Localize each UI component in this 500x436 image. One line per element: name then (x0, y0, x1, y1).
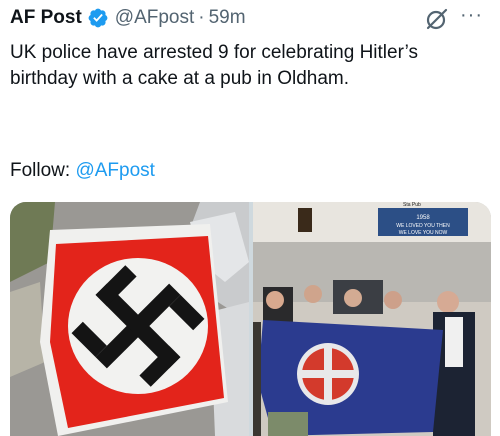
media-grid: 1958 WE LOVED YOU THEN WE LOVE YOU NOW S… (10, 202, 491, 436)
follow-mention-link[interactable]: @AFpost (75, 160, 154, 181)
author-name[interactable]: AF Post (10, 7, 82, 29)
cake-photo-image (10, 202, 249, 436)
more-options-icon[interactable]: ··· (460, 4, 483, 27)
verified-badge-icon (88, 8, 108, 28)
post-header: AF Post @AFpost · 59m (10, 4, 246, 32)
follow-label: Follow: (10, 160, 76, 181)
pub-sign-text: Sta Pub (403, 202, 421, 208)
banner-line-now: WE LOVE YOU NOW (399, 230, 448, 236)
grok-icon[interactable] (424, 6, 450, 32)
photo-cake[interactable] (10, 202, 249, 436)
post-text: UK police have arrested 9 for celebratin… (10, 42, 424, 89)
author-handle[interactable]: @AFpost (115, 7, 194, 29)
follow-line: Follow: @AFpost (10, 158, 155, 184)
post-timestamp[interactable]: 59m (209, 7, 246, 29)
photo-pub-group[interactable]: 1958 WE LOVED YOU THEN WE LOVE YOU NOW S… (253, 202, 491, 436)
banner-line-then: WE LOVED YOU THEN (396, 223, 450, 229)
pub-photo-image: 1958 WE LOVED YOU THEN WE LOVE YOU NOW S… (253, 202, 491, 436)
separator-dot: · (198, 7, 205, 28)
banner-year: 1958 (416, 215, 430, 221)
